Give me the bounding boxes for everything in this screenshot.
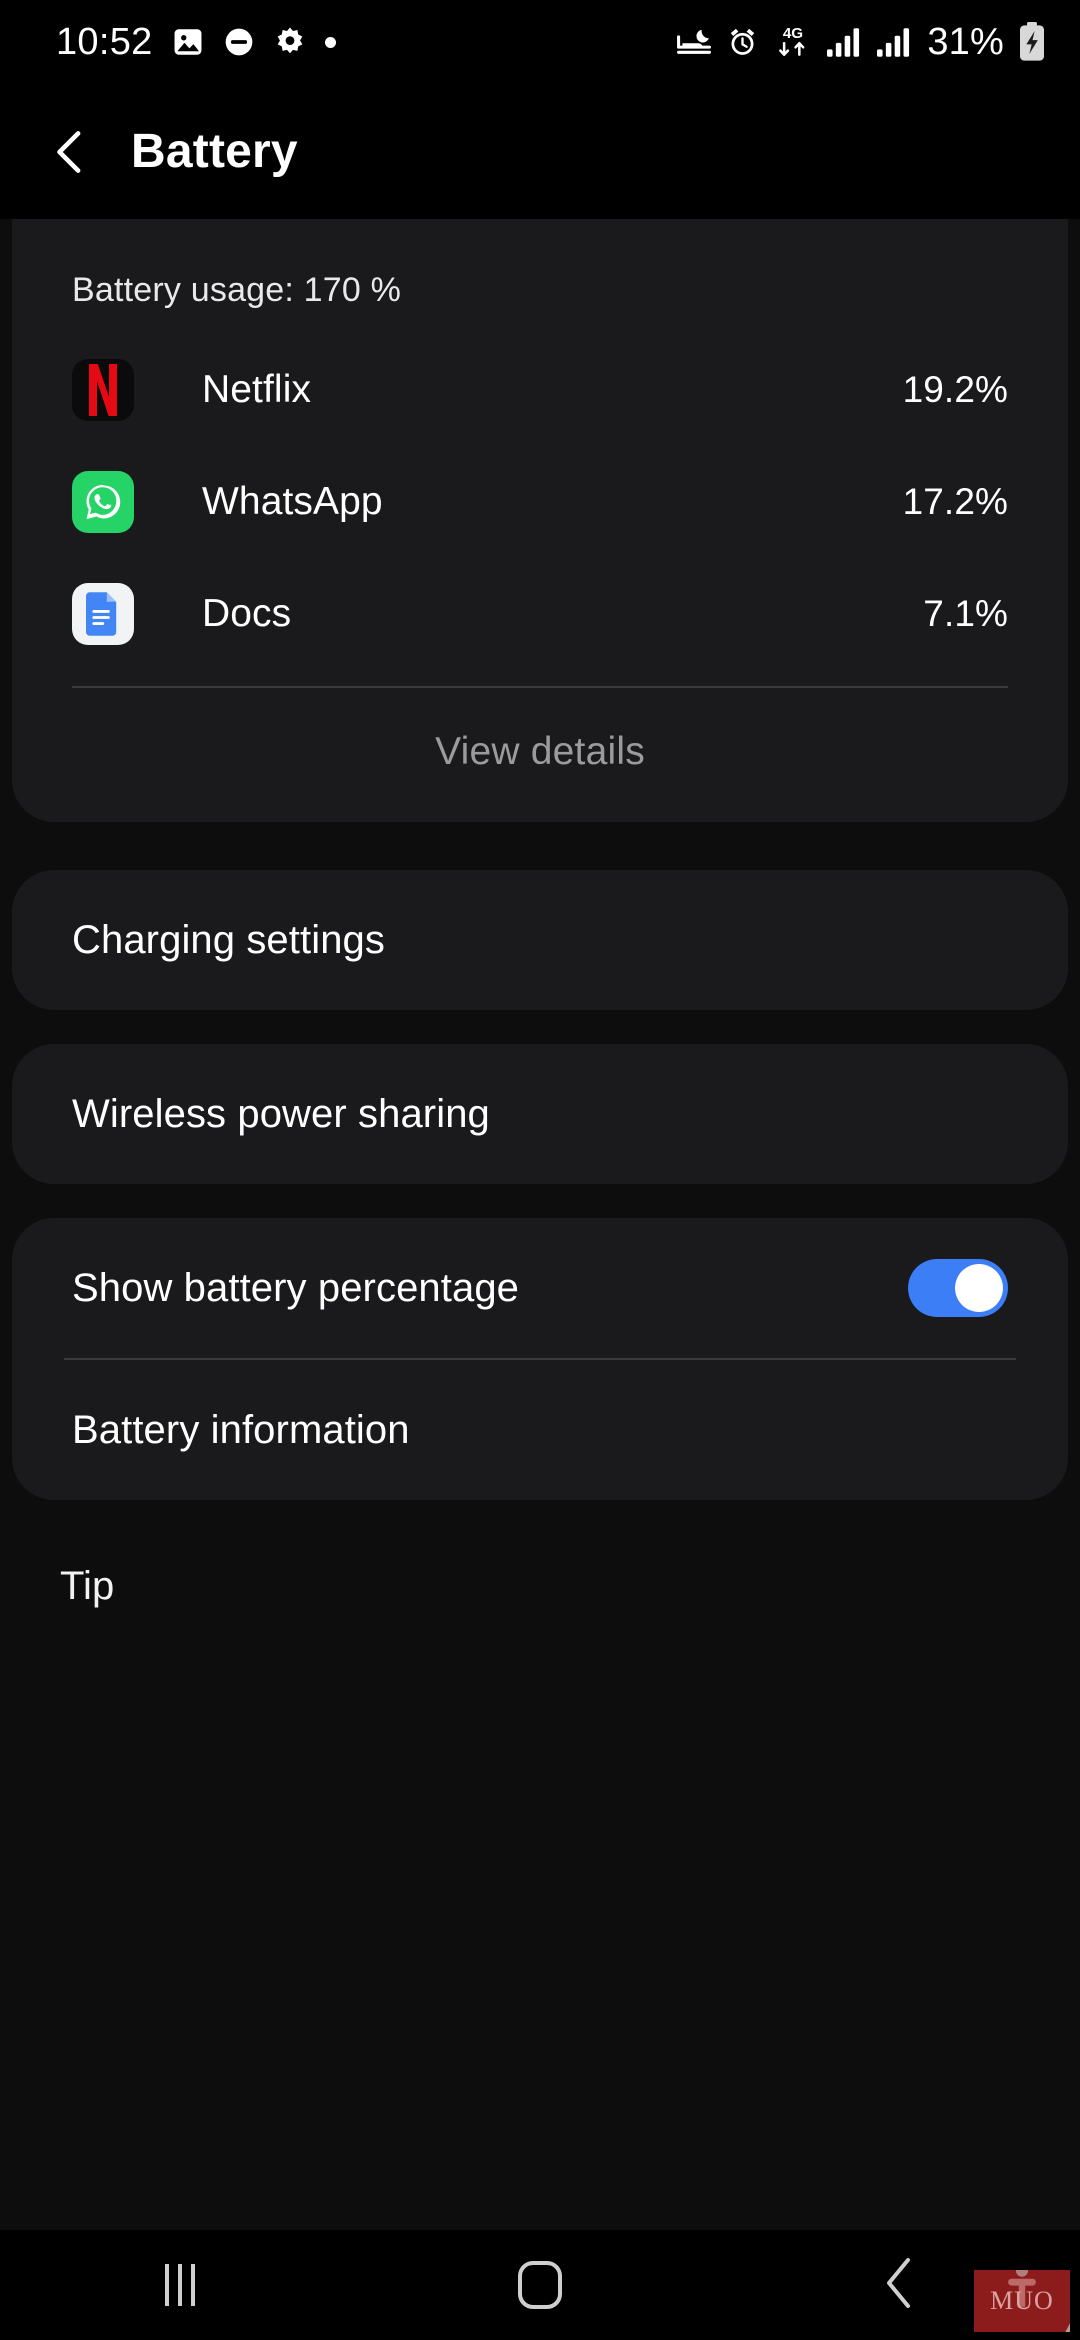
back-icon — [882, 2257, 918, 2314]
back-button[interactable] — [45, 126, 97, 178]
app-bar: Battery — [0, 84, 1080, 219]
battery-usage-card: Battery usage: 170 % Netflix 19.2% Whats… — [12, 219, 1068, 822]
app-battery-percent: 7.1% — [923, 593, 1008, 634]
battery-charging-icon — [1018, 22, 1046, 62]
recents-button[interactable] — [0, 2230, 360, 2340]
wireless-power-sharing-label: Wireless power sharing — [72, 1091, 490, 1136]
app-name: Netflix — [202, 368, 312, 411]
google-docs-icon — [72, 583, 134, 645]
tip-section-title: Tip — [60, 1564, 115, 1608]
view-details-button[interactable]: View details — [12, 688, 1068, 822]
watermark-slash — [1061, 2299, 1070, 2332]
show-battery-percentage-row[interactable]: Show battery percentage — [12, 1218, 1068, 1358]
battery-usage-title: Battery usage: 170 % — [72, 271, 402, 309]
image-icon — [171, 25, 205, 59]
list-item[interactable]: WhatsApp 17.2% — [12, 446, 1068, 558]
sleep-mode-icon — [676, 27, 712, 57]
alarm-icon — [726, 26, 759, 59]
recents-icon — [165, 2264, 195, 2306]
status-bar-clock: 10:52 — [56, 20, 153, 63]
gear-icon — [273, 25, 307, 59]
battery-information-label: Battery information — [72, 1407, 410, 1452]
battery-options-card: Show battery percentage Battery informat… — [12, 1218, 1068, 1500]
app-battery-percent: 17.2% — [902, 481, 1008, 522]
home-icon — [518, 2261, 562, 2309]
charging-settings-row[interactable]: Charging settings — [12, 870, 1068, 1010]
list-item[interactable]: Docs 7.1% — [12, 558, 1068, 670]
wireless-power-sharing-row[interactable]: Wireless power sharing — [12, 1044, 1068, 1184]
navigation-bar: MUO — [0, 2230, 1080, 2340]
status-bar: 10:52 4G 31% — [0, 0, 1080, 84]
signal-bars-sim1-icon — [827, 26, 863, 58]
toggle-knob — [955, 1264, 1003, 1312]
status-bar-right: 4G 31% — [676, 21, 1046, 64]
settings-scroll-area[interactable]: Battery usage: 170 % Netflix 19.2% Whats… — [0, 219, 1080, 2340]
home-button[interactable] — [360, 2230, 720, 2340]
app-name: WhatsApp — [202, 480, 383, 523]
show-battery-percentage-label: Show battery percentage — [72, 1265, 520, 1310]
status-bar-battery-percent: 31% — [927, 20, 1004, 63]
page-title: Battery — [131, 125, 298, 178]
battery-information-row[interactable]: Battery information — [12, 1360, 1068, 1500]
app-battery-percent: 19.2% — [902, 369, 1008, 410]
signal-bars-sim2-icon — [877, 26, 913, 58]
status-bar-left: 10:52 — [56, 21, 336, 64]
show-battery-percentage-toggle[interactable] — [908, 1259, 1008, 1317]
wireless-power-sharing-card[interactable]: Wireless power sharing — [12, 1044, 1068, 1184]
charging-settings-card[interactable]: Charging settings — [12, 870, 1068, 1010]
app-name: Docs — [202, 592, 292, 635]
dot-icon — [324, 36, 336, 48]
charging-settings-label: Charging settings — [72, 917, 385, 962]
netflix-icon — [72, 359, 134, 421]
battery-usage-app-list: Netflix 19.2% WhatsApp 17.2% Docs 7.1% — [12, 334, 1068, 670]
do-not-disturb-icon — [223, 26, 255, 58]
watermark-badge: MUO — [974, 2270, 1070, 2332]
mobile-data-4g-icon: 4G — [773, 23, 813, 61]
list-item[interactable]: Netflix 19.2% — [12, 334, 1068, 446]
svg-text:4G: 4G — [783, 25, 803, 42]
whatsapp-icon — [72, 471, 134, 533]
accessibility-person-icon — [1005, 2270, 1039, 2315]
